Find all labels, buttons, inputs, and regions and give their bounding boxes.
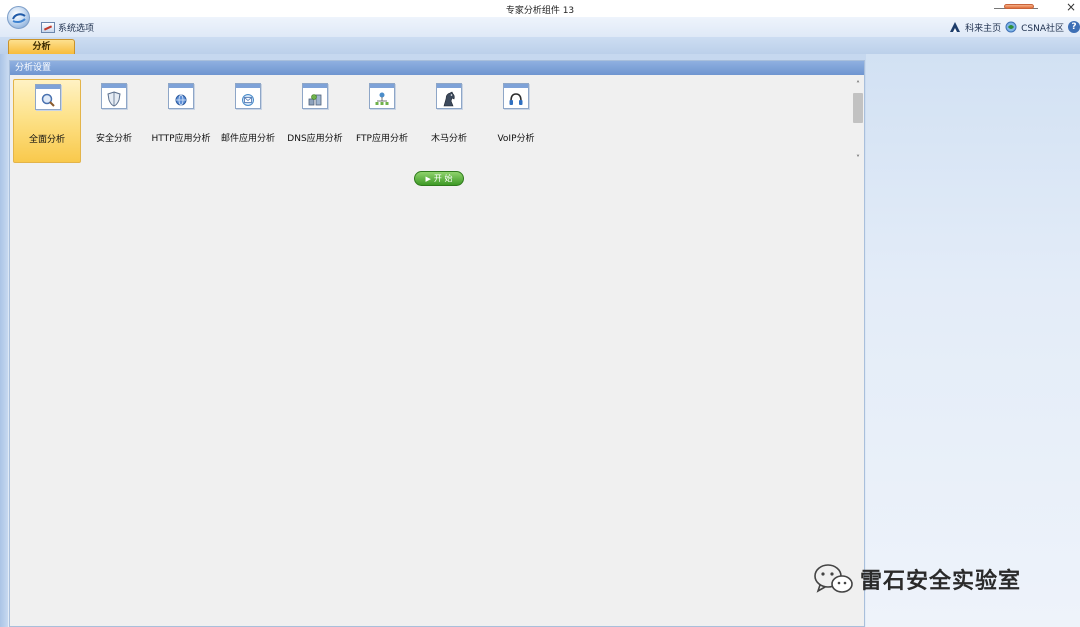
close-button[interactable]: × [1066, 1, 1076, 13]
scroll-thumb[interactable] [853, 93, 863, 123]
quick-access-bar: 系统选项 科来主页 CSNA社区 ? [0, 17, 1080, 37]
analysis-tool-gallery: 全面分析 安全分析 HTTP应用分析 邮件应用分析 DNS应用分析 FTP应用分… [13, 79, 843, 163]
play-icon: ▶ [425, 175, 431, 183]
homepage-link[interactable]: 科来主页 [965, 21, 1001, 34]
start-button[interactable]: ▶ 开 始 [414, 171, 464, 186]
left-edge [0, 54, 8, 627]
title-bar: 专家分析组件 13 × [0, 0, 1080, 17]
watermark: 雷石安全实验室 [812, 562, 1021, 596]
tool-label: 木马分析 [430, 134, 467, 144]
headset-icon [503, 83, 529, 109]
csna-community-link[interactable]: CSNA社区 [1021, 21, 1064, 34]
web-icon [168, 83, 194, 109]
gallery-scrollbar[interactable]: ˄ ˅ [852, 79, 864, 165]
watermark-text: 雷石安全实验室 [860, 569, 1022, 594]
community-icon [1005, 21, 1017, 33]
tool-label: 安全分析 [95, 134, 132, 144]
tool-full-analysis[interactable]: 全面分析 [13, 79, 81, 163]
system-options-button[interactable]: 系统选项 [41, 19, 94, 35]
tool-voip-analysis[interactable]: VoIP分析 [482, 79, 550, 163]
help-icon[interactable]: ? [1068, 21, 1080, 33]
system-options-label: 系统选项 [58, 23, 95, 34]
scroll-down-button[interactable]: ˅ [854, 155, 862, 163]
ribbon-tab-row: 分析 [0, 37, 1080, 55]
tool-label: HTTP应用分析 [151, 134, 211, 144]
scroll-up-button[interactable]: ˄ [854, 81, 862, 89]
tool-label: DNS应用分析 [287, 134, 343, 144]
ftp-icon [369, 83, 395, 109]
tool-label: FTP应用分析 [356, 134, 408, 144]
tool-label: 邮件应用分析 [220, 134, 275, 144]
top-links: 科来主页 CSNA社区 ? [949, 19, 1080, 35]
dns-icon [302, 83, 328, 109]
tool-label: VoIP分析 [497, 134, 535, 144]
wechat-icon [814, 564, 853, 593]
tool-ftp-analysis[interactable]: FTP应用分析 [348, 79, 416, 163]
window-title: 专家分析组件 13 [505, 6, 575, 16]
tool-trojan-analysis[interactable]: 木马分析 [415, 79, 483, 163]
start-button-label: 开 始 [433, 174, 453, 183]
analysis-settings-panel: 分析设置 全面分析 安全分析 HTTP应用分析 邮件应用分析 DNS应用分析 F… [9, 60, 865, 627]
tool-security-analysis[interactable]: 安全分析 [80, 79, 148, 163]
panel-title: 分析设置 [10, 61, 864, 75]
window-controls: × [990, 0, 1080, 17]
tab-analysis[interactable]: 分析 [8, 39, 75, 55]
app-logo-icon[interactable] [7, 6, 30, 29]
colasoft-logo-icon [950, 22, 961, 32]
tool-http-analysis[interactable]: HTTP应用分析 [147, 79, 215, 163]
tool-dns-analysis[interactable]: DNS应用分析 [281, 79, 349, 163]
tool-mail-analysis[interactable]: 邮件应用分析 [214, 79, 282, 163]
right-side-area [866, 54, 1080, 627]
trojan-horse-icon [436, 83, 462, 109]
settings-icon [41, 21, 55, 33]
magnifier-icon [35, 84, 61, 110]
tool-label: 全面分析 [28, 135, 65, 145]
restore-button[interactable] [1004, 4, 1034, 9]
mail-icon [235, 83, 261, 109]
shield-icon [101, 83, 127, 109]
